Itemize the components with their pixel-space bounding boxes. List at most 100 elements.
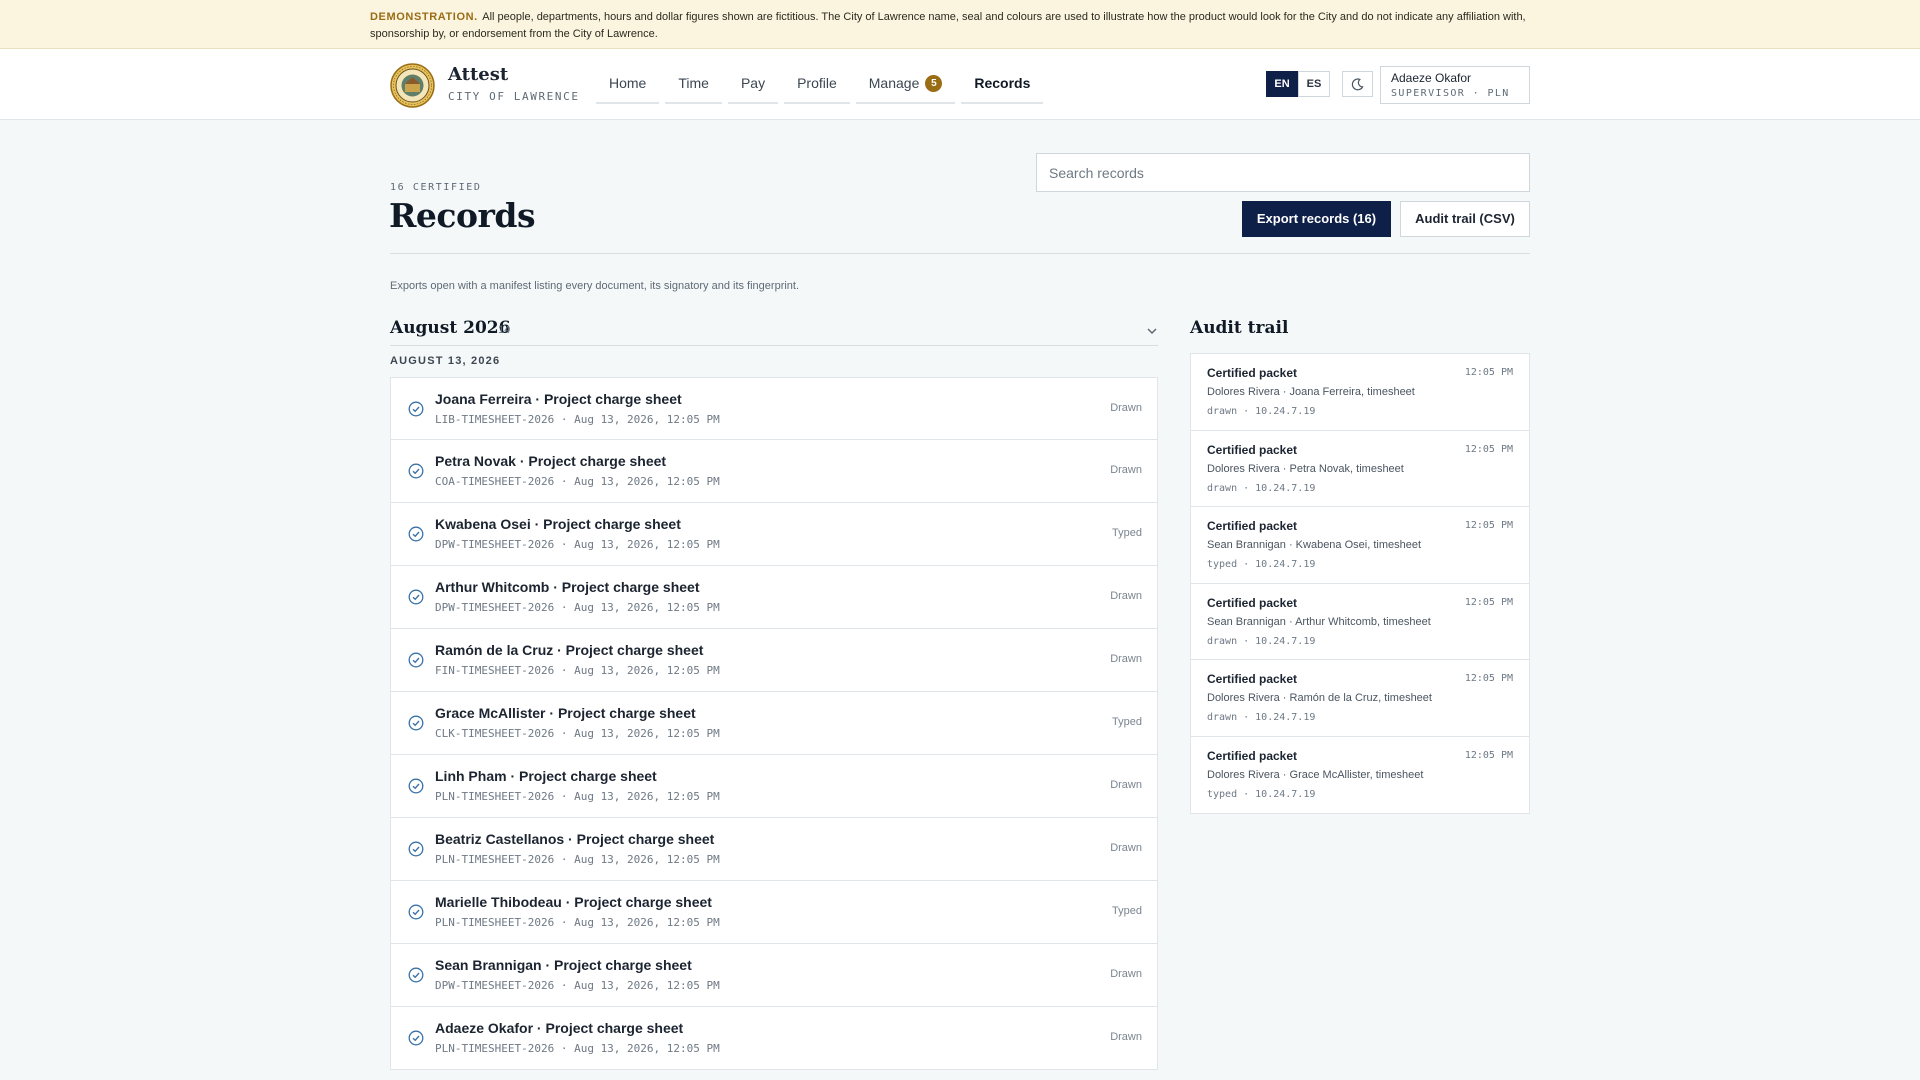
check-circle-icon [408, 401, 424, 417]
nav-pay[interactable]: Pay [727, 68, 779, 104]
audit-entry-description: Dolores Rivera · Ramón de la Cruz, times… [1207, 692, 1432, 704]
lang-es-button[interactable]: ES [1298, 71, 1330, 97]
audit-trail-title: Audit trail [1190, 318, 1289, 338]
check-circle-icon [408, 526, 424, 542]
audit-entry: Certified packet 12:05 PM Dolores Rivera ·… [1191, 737, 1529, 814]
audit-entry: Certified packet 12:05 PM Dolores Rivera ·… [1191, 660, 1529, 737]
brand-subtitle: CITY OF LAWRENCE [448, 90, 580, 103]
nav-manage-label: Manage [868, 75, 920, 91]
nav-home[interactable]: Home [596, 68, 660, 104]
audit-entry-meta: drawn · 10.24.7.19 [1207, 406, 1316, 417]
audit-entry-meta: drawn · 10.24.7.19 [1207, 482, 1316, 494]
audit-entry-description: Dolores Rivera · Joana Ferreira, timeshe… [1207, 386, 1415, 398]
nav-profile[interactable]: Profile [784, 68, 850, 104]
audit-entry-time: 12:05 PM [1464, 367, 1513, 378]
signature-kind: Drawn [1110, 779, 1142, 791]
check-circle-icon [408, 841, 424, 857]
audit-entry-time: 12:05 PM [1464, 749, 1513, 761]
signature-kind: Typed [1112, 527, 1142, 539]
signature-kind: Drawn [1110, 842, 1142, 854]
record-meta: LIB-TIMESHEET-2026 · Aug 13, 2026, 12:05… [435, 413, 720, 426]
audit-entry-description: Sean Brannigan · Arthur Whitcomb, timesh… [1207, 615, 1431, 628]
record-title: Adaeze Okafor · Project charge sheet [435, 1020, 684, 1036]
page-title: Records [389, 196, 536, 235]
audit-entry-description: Dolores Rivera · Grace McAllister, times… [1207, 768, 1424, 781]
record-meta: DPW-TIMESHEET-2026 · Aug 13, 2026, 12:05… [435, 601, 720, 614]
demo-banner: DEMONSTRATION. All people, departments, … [0, 0, 1920, 49]
audit-trail-csv-button[interactable]: Audit trail (CSV) [1400, 201, 1530, 237]
record-row[interactable]: Linh Pham · Project charge sheet PLN-TIME… [390, 755, 1158, 818]
export-records-button[interactable]: Export records (16) [1242, 201, 1391, 237]
lang-en-button[interactable]: EN [1266, 71, 1298, 97]
theme-toggle-button[interactable] [1342, 71, 1373, 97]
divider [390, 253, 1530, 254]
record-meta: COA-TIMESHEET-2026 · Aug 13, 2026, 12:05… [435, 475, 720, 488]
signature-kind: Drawn [1110, 1031, 1142, 1043]
check-circle-icon [408, 904, 424, 920]
record-title: Joana Ferreira · Project charge sheet [435, 391, 682, 407]
chevron-down-icon[interactable] [1146, 325, 1158, 337]
record-title: Petra Novak · Project charge sheet [435, 453, 667, 469]
record-meta: PLN-TIMESHEET-2026 · Aug 13, 2026, 12:05… [435, 916, 720, 929]
nav-time-label: Time [678, 75, 709, 91]
moon-icon [1351, 78, 1364, 91]
nav-profile-label: Profile [797, 75, 837, 91]
audit-entry: Certified packet 12:05 PM Dolores Rivera ·… [1191, 354, 1529, 431]
record-row[interactable]: Arthur Whitcomb · Project charge sheet DP… [390, 566, 1158, 629]
search-records-input[interactable] [1036, 153, 1530, 192]
audit-entry: Certified packet 12:05 PM Sean Brannigan ·… [1191, 507, 1529, 584]
nav-home-label: Home [609, 75, 647, 91]
record-meta: PLN-TIMESHEET-2026 · Aug 13, 2026, 12:05… [435, 853, 720, 866]
nav-manage[interactable]: Manage 5 [855, 68, 956, 104]
nav-time[interactable]: Time [665, 68, 722, 104]
signature-kind: Typed [1112, 716, 1142, 728]
signature-kind: Drawn [1110, 653, 1142, 665]
record-meta: DPW-TIMESHEET-2026 · Aug 13, 2026, 12:05… [435, 979, 720, 992]
brand-name: Attest [448, 64, 509, 85]
record-meta: FIN-TIMESHEET-2026 · Aug 13, 2026, 12:05… [435, 664, 720, 677]
record-title: Ramón de la Cruz · Project charge sheet [435, 642, 704, 658]
record-meta: PLN-TIMESHEET-2026 · Aug 13, 2026, 12:05… [435, 1042, 720, 1055]
audit-entry-description: Dolores Rivera · Petra Novak, timesheet [1207, 462, 1404, 475]
demo-banner-text: All people, departments, hours and dolla… [370, 11, 1526, 40]
record-row[interactable]: Petra Novak · Project charge sheet COA-TI… [390, 440, 1158, 503]
record-row[interactable]: Grace McAllister · Project charge sheet C… [390, 692, 1158, 755]
month-count: 14 [498, 324, 511, 336]
certified-count: 16 CERTIFIED [390, 182, 482, 193]
signature-kind: Drawn [1110, 402, 1142, 414]
audit-trail-list: Certified packet 12:05 PM Dolores Rivera ·… [1190, 353, 1530, 814]
check-circle-icon [408, 589, 424, 605]
record-row[interactable]: Beatriz Castellanos · Project charge she… [390, 818, 1158, 881]
record-title: Arthur Whitcomb · Project charge sheet [435, 579, 700, 595]
records-list: Joana Ferreira · Project charge sheet LIB… [390, 377, 1158, 1070]
user-menu[interactable]: Adaeze Okafor SUPERVISOR · PLN [1380, 66, 1530, 104]
check-circle-icon [408, 652, 424, 668]
record-row[interactable]: Joana Ferreira · Project charge sheet LIB… [390, 377, 1158, 440]
record-meta: DPW-TIMESHEET-2026 · Aug 13, 2026, 12:05… [435, 538, 720, 551]
audit-entry: Certified packet 12:05 PM Sean Brannigan ·… [1191, 584, 1529, 660]
user-role: SUPERVISOR · PLN [1391, 88, 1510, 99]
month-group-header[interactable]: August 2026 14 [390, 316, 1158, 346]
check-circle-icon [408, 715, 424, 731]
nav-pay-label: Pay [740, 75, 766, 91]
check-circle-icon [408, 778, 424, 794]
record-row[interactable]: Sean Brannigan · Project charge sheet DPW… [390, 944, 1158, 1007]
check-circle-icon [408, 1030, 424, 1046]
app-header: Attest CITY OF LAWRENCE Home Time Pay Pr… [0, 49, 1920, 120]
month-title: August 2026 [390, 318, 511, 338]
record-row[interactable]: Kwabena Osei · Project charge sheet DPW-T… [390, 503, 1158, 566]
audit-entry-meta: typed · 10.24.7.19 [1207, 559, 1316, 570]
record-row[interactable]: Ramón de la Cruz · Project charge sheet F… [390, 629, 1158, 692]
nav-records-label: Records [974, 75, 1031, 91]
audit-entry-meta: drawn · 10.24.7.19 [1207, 635, 1316, 647]
signature-kind: Drawn [1110, 968, 1142, 980]
main-nav: Home Time Pay Profile Manage 5 Records [596, 49, 1049, 120]
export-note: Exports open with a manifest listing eve… [390, 280, 800, 292]
record-row[interactable]: Marielle Thibodeau · Project charge shee… [390, 881, 1158, 944]
record-meta: CLK-TIMESHEET-2026 · Aug 13, 2026, 12:05… [435, 727, 720, 740]
nav-records[interactable]: Records [961, 68, 1044, 104]
record-title: Sean Brannigan · Project charge sheet [435, 957, 692, 973]
city-seal-icon[interactable] [390, 63, 435, 108]
signature-kind: Typed [1112, 905, 1142, 917]
record-row[interactable]: Adaeze Okafor · Project charge sheet PLN-… [390, 1007, 1158, 1070]
